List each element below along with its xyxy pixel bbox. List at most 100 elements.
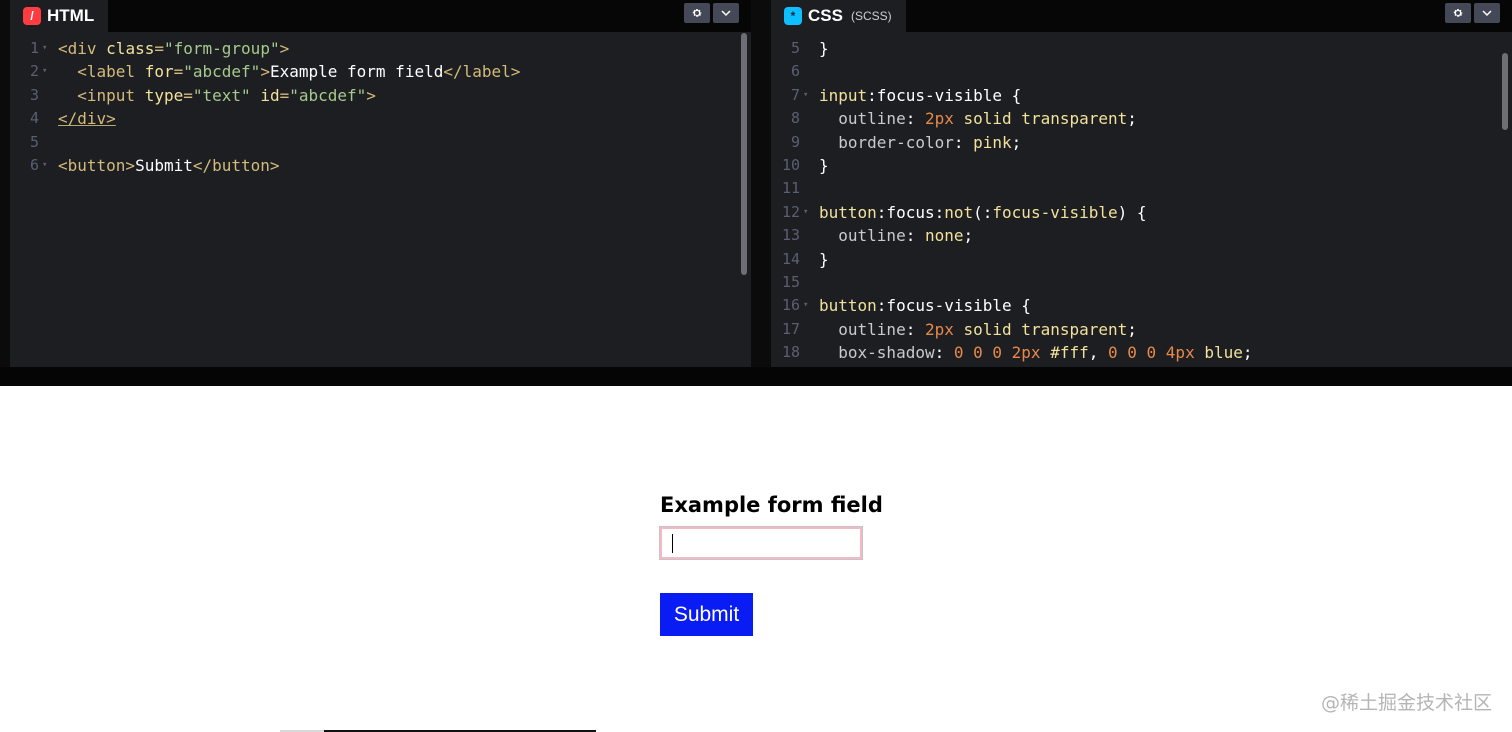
code-token: "form-group": [163, 39, 280, 58]
css-code-line[interactable]: 6: [771, 60, 1496, 83]
code-token: }: [819, 249, 829, 269]
line-number: 9: [790, 132, 800, 151]
code-token: </button>: [192, 155, 280, 175]
line-number: 6: [29, 155, 39, 174]
code-token: (:: [973, 202, 993, 222]
css-scroll-thumb[interactable]: [1502, 53, 1508, 130]
line-number: 14: [781, 249, 800, 268]
code-token: >: [260, 62, 270, 82]
css-code-area[interactable]: 5} 6 7 ▾ input:focus-visible {8 outline: 2px…: [771, 37, 1496, 364]
css-logo-icon: *: [784, 7, 802, 25]
code-token: solid transparent: [953, 319, 1128, 339]
html-scrollbar[interactable]: [741, 33, 747, 367]
chevron-down-icon: [721, 10, 731, 17]
submit-button[interactable]: Submit: [660, 593, 753, 636]
code-token: "abcdef": [289, 85, 367, 105]
code-token: focus-visible: [992, 202, 1118, 222]
html-scroll-thumb[interactable]: [741, 33, 747, 275]
html-collapse-button[interactable]: [713, 3, 739, 23]
code-token: :: [905, 109, 925, 129]
css-code-line[interactable]: 7 ▾ input:focus-visible {: [771, 84, 1496, 107]
code-token: <button>: [58, 155, 136, 175]
editor-resize-bar[interactable]: [0, 367, 1512, 386]
code-text: input:focus-visible {: [819, 84, 1021, 107]
css-settings-button[interactable]: [1445, 3, 1471, 23]
html-settings-button[interactable]: [684, 3, 710, 23]
code-text: }: [819, 154, 829, 177]
code-token: ;: [1127, 109, 1137, 129]
code-text: button:focus:not(:focus-visible) {: [819, 201, 1147, 224]
result-preview: Example form field Submit @稀土掘金技术社区: [0, 386, 1512, 732]
css-code-line[interactable]: 9 border-color: pink;: [771, 131, 1496, 154]
css-code-line[interactable]: 10}: [771, 154, 1496, 177]
code-text: box-shadow: 0 0 0 2px #fff, 0 0 0 4px bl…: [819, 341, 1253, 364]
code-token: </div>: [58, 109, 116, 129]
css-scrollbar[interactable]: [1502, 33, 1508, 367]
css-code-line[interactable]: 17 outline: 2px solid transparent;: [771, 318, 1496, 341]
html-code-line[interactable]: 4 </div>: [10, 107, 735, 130]
text-input[interactable]: [659, 526, 863, 560]
code-token: </label>: [443, 62, 521, 82]
fold-arrow-icon[interactable]: ▾: [800, 201, 819, 224]
fold-arrow-icon[interactable]: ▾: [39, 37, 58, 60]
gear-icon: [1453, 9, 1463, 17]
code-token: "text": [192, 85, 251, 105]
html-editor-pane: / HTML 1 ▾ <div class="form-group"> 2 ▾ <lab…: [10, 0, 751, 367]
html-code-line[interactable]: 6 ▾ <button>Submit</button>: [10, 154, 735, 177]
css-code-line[interactable]: 14}: [771, 248, 1496, 271]
code-token: outline: [819, 319, 906, 339]
fold-arrow-icon[interactable]: ▾: [39, 154, 58, 177]
code-text: border-color: pink;: [819, 131, 1021, 154]
html-code-line[interactable]: 1 ▾ <div class="form-group">: [10, 37, 735, 60]
code-token: :: [905, 226, 925, 246]
code-token: #fff: [1050, 343, 1089, 363]
css-code-line[interactable]: 13 outline: none;: [771, 224, 1496, 247]
code-token: ;: [1242, 343, 1253, 363]
code-text: <div class="form-group">: [58, 37, 289, 60]
html-code-area[interactable]: 1 ▾ <div class="form-group"> 2 ▾ <label for=…: [10, 37, 735, 177]
fold-arrow-icon[interactable]: ▾: [39, 60, 58, 83]
html-code-line[interactable]: 3 <input type="text" id="abcdef">: [10, 84, 735, 107]
css-code-line[interactable]: 8 outline: 2px solid transparent;: [771, 107, 1496, 130]
line-number: 8: [790, 109, 800, 128]
html-tab[interactable]: / HTML: [10, 0, 109, 32]
html-code-line[interactable]: 5: [10, 131, 735, 154]
code-token: ;: [1127, 319, 1137, 339]
code-text: button:focus-visible {: [819, 294, 1031, 317]
code-token: >: [279, 39, 290, 58]
css-code-line[interactable]: 12 ▾ button:focus:not(:focus-visible) {: [771, 201, 1496, 224]
chevron-down-icon: [1482, 10, 1492, 17]
fold-arrow-icon[interactable]: ▾: [800, 84, 819, 107]
css-tab[interactable]: * CSS (SCSS): [771, 0, 906, 32]
code-token: 0 0 0 4px: [1108, 343, 1195, 363]
code-text: }: [819, 37, 829, 60]
css-collapse-button[interactable]: [1474, 3, 1500, 23]
css-code-line[interactable]: 15: [771, 271, 1496, 294]
line-number: 4: [29, 109, 39, 128]
code-token: :: [905, 319, 925, 339]
code-token: }: [819, 39, 829, 58]
code-text: </div>: [58, 107, 116, 130]
form-field-label[interactable]: Example form field: [660, 493, 883, 517]
css-code-line[interactable]: 18 box-shadow: 0 0 0 2px #fff, 0 0 0 4px…: [771, 341, 1496, 364]
css-code-line[interactable]: 11: [771, 177, 1496, 200]
fold-arrow-icon[interactable]: ▾: [800, 294, 819, 317]
code-text: outline: 2px solid transparent;: [819, 318, 1137, 341]
code-token: button: [819, 296, 877, 316]
css-code-line[interactable]: 16 ▾ button:focus-visible {: [771, 294, 1496, 317]
line-number: 3: [29, 85, 39, 104]
css-code-line[interactable]: 5}: [771, 37, 1496, 60]
code-token: =: [173, 62, 184, 82]
code-token: <div: [58, 39, 107, 58]
line-number: 5: [29, 132, 39, 151]
gear-icon: [692, 9, 702, 17]
html-code-line[interactable]: 2 ▾ <label for="abcdef">Example form fiel…: [10, 60, 735, 83]
code-token: >: [366, 85, 376, 105]
